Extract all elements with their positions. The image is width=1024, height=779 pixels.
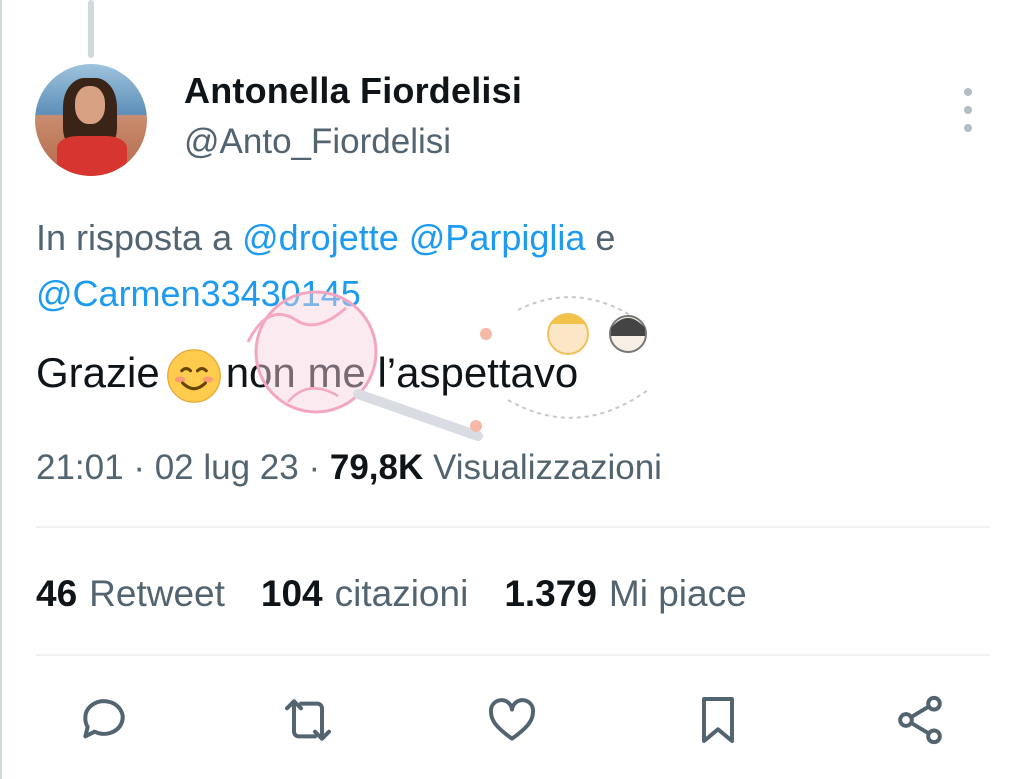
divider-bottom bbox=[36, 654, 990, 656]
share-button[interactable] bbox=[888, 688, 952, 752]
bookmark-icon bbox=[702, 697, 734, 743]
smiling-face-emoji-icon bbox=[166, 349, 221, 403]
like-stat[interactable]: 1.379 Mi piace bbox=[504, 570, 746, 618]
engagement-stats: 46 Retweet 104 citazioni 1.379 Mi piace bbox=[36, 570, 783, 618]
retweet-icon bbox=[285, 699, 331, 741]
bookmark-button[interactable] bbox=[686, 688, 750, 752]
reply-context: In risposta a @drojette @Parpiglia e @Ca… bbox=[36, 210, 796, 322]
reply-joiner: e bbox=[595, 217, 616, 258]
reply-prefix: In risposta a bbox=[36, 217, 233, 258]
mention-carmen[interactable]: @Carmen33430145 bbox=[36, 273, 361, 314]
share-icon bbox=[898, 695, 942, 745]
meta-separator: · bbox=[133, 448, 145, 487]
retweet-count: 46 bbox=[36, 573, 78, 614]
thread-border bbox=[0, 0, 2, 779]
divider-top bbox=[36, 526, 990, 528]
like-count: 1.379 bbox=[504, 573, 597, 614]
tweet-meta: 21:01 · 02 lug 23 · 79,8K Visualizzazion… bbox=[36, 444, 662, 492]
meta-separator-2: · bbox=[308, 448, 321, 487]
quote-label: citazioni bbox=[334, 573, 469, 614]
user-handle[interactable]: @Anto_Fiordelisi bbox=[184, 122, 451, 162]
like-button[interactable] bbox=[480, 688, 544, 752]
quote-count: 104 bbox=[260, 573, 323, 614]
views-count: 79,8K bbox=[329, 448, 424, 487]
reply-icon bbox=[83, 699, 125, 739]
tweet-text-part1: Grazie bbox=[36, 349, 160, 396]
like-label: Mi piace bbox=[608, 573, 747, 614]
like-icon bbox=[489, 698, 535, 741]
retweet-button[interactable] bbox=[276, 688, 340, 752]
mention-parpiglia[interactable]: @Parpiglia bbox=[409, 217, 586, 258]
action-bar bbox=[0, 688, 1024, 758]
quote-stat[interactable]: 104 citazioni bbox=[261, 570, 468, 618]
views-label: Visualizzazioni bbox=[433, 448, 662, 487]
retweet-stat[interactable]: 46 Retweet bbox=[36, 570, 225, 618]
mention-drojette[interactable]: @drojette bbox=[242, 217, 399, 258]
tweet-time[interactable]: 21:01 bbox=[36, 448, 124, 487]
tweet-text-part2: non me l’aspettavo bbox=[225, 349, 579, 396]
reply-button[interactable] bbox=[72, 688, 136, 752]
tweet-text: Grazie non me l’aspettavo bbox=[36, 345, 578, 404]
retweet-label: Retweet bbox=[89, 573, 225, 614]
display-name[interactable]: Antonella Fiordelisi bbox=[184, 70, 522, 112]
thread-connector-line bbox=[88, 0, 94, 58]
more-options-icon[interactable] bbox=[958, 88, 978, 132]
avatar[interactable] bbox=[35, 64, 147, 176]
tweet-date[interactable]: 02 lug 23 bbox=[155, 448, 299, 487]
